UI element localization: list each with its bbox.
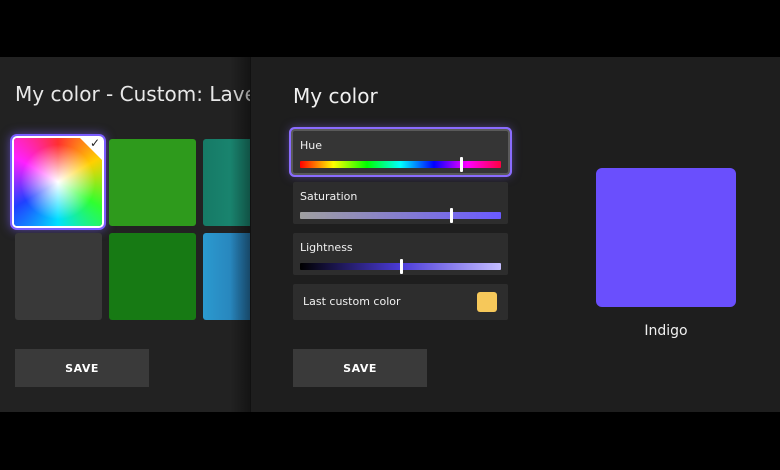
color-tile-gray[interactable] [15,233,102,320]
lightness-track[interactable] [300,259,501,274]
lightness-label: Lightness [300,241,353,254]
saturation-track[interactable] [300,208,501,223]
lightness-slider-card[interactable]: Lightness [293,233,508,275]
panel-title: My color [293,84,378,108]
last-custom-color-swatch [477,292,497,312]
last-custom-color-label: Last custom color [303,295,401,308]
saturation-thumb[interactable] [450,208,453,223]
background-save-button[interactable]: SAVE [15,349,149,387]
background-color-panel: My color - Custom: Lavender ✓ SAVE [0,57,250,412]
hue-thumb[interactable] [460,157,463,172]
background-panel-title: My color - Custom: Lavender [15,82,250,106]
hue-slider-card[interactable]: Hue [293,131,508,173]
color-tile-green[interactable] [109,139,196,226]
checkmark-icon: ✓ [89,136,100,150]
custom-color-panel: My color Hue Saturation Lightness Last c… [251,57,780,412]
hue-track[interactable] [300,157,501,172]
hue-label: Hue [300,139,323,152]
color-settings-stage: My color - Custom: Lavender ✓ SAVE My co… [0,57,780,412]
panel-shadow [230,57,252,412]
save-button[interactable]: SAVE [293,349,427,387]
last-custom-color-button[interactable]: Last custom color [293,284,508,320]
color-tile-dark-green[interactable] [109,233,196,320]
color-preview-swatch [596,168,736,307]
custom-color-tile[interactable]: ✓ [14,136,102,226]
color-preview-name: Indigo [644,323,688,339]
lightness-thumb[interactable] [400,259,403,274]
saturation-label: Saturation [300,190,358,203]
saturation-slider-card[interactable]: Saturation [293,182,508,224]
